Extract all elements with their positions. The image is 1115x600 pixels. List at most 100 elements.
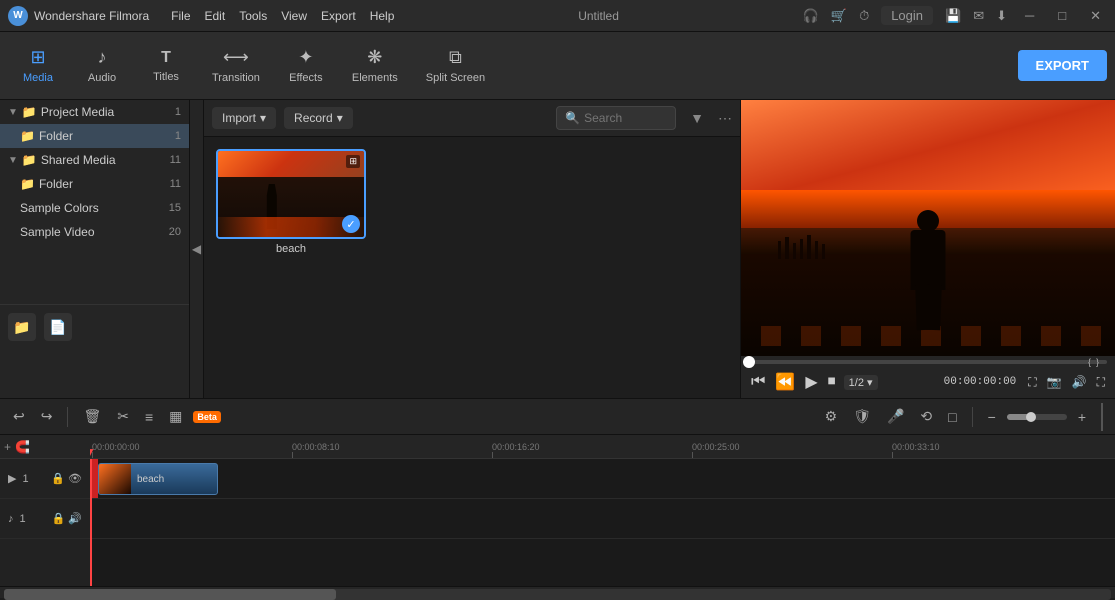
menu-file[interactable]: File — [171, 9, 190, 23]
playhead[interactable] — [90, 459, 92, 586]
zoom-in-button[interactable]: + — [1073, 406, 1091, 428]
import-button[interactable]: Import ▾ — [212, 107, 276, 129]
cart-icon[interactable]: 🛒 — [831, 8, 847, 24]
headphone-icon[interactable]: 🎧 — [803, 8, 819, 24]
step-back-button[interactable]: ⏪ — [773, 370, 797, 394]
tab-media[interactable]: ⊞ Media — [8, 41, 68, 90]
zoom-slider[interactable] — [1007, 414, 1067, 420]
save-icon[interactable]: 💾 — [945, 8, 961, 24]
timeline-scrollbar[interactable] — [0, 586, 1115, 598]
new-folder-button[interactable]: 📁 — [8, 313, 36, 341]
tab-audio[interactable]: ♪ Audio — [72, 41, 132, 90]
folder-icon: 📁 — [22, 105, 37, 119]
menu-export[interactable]: Export — [321, 9, 356, 23]
cut-button[interactable]: ✂ — [112, 405, 134, 428]
shared-folder-item[interactable]: 📁 Folder 11 — [0, 172, 189, 196]
audio-icon: ♪ — [98, 47, 107, 68]
clock-icon[interactable]: ⏱ — [859, 8, 869, 24]
speed-selector[interactable]: 1/2 ▾ — [844, 375, 878, 390]
window-minimize[interactable]: ─ — [1019, 6, 1040, 25]
export-button[interactable]: EXPORT — [1018, 50, 1107, 81]
audio-track-number: 1 — [20, 513, 26, 525]
scrollbar-thumb[interactable] — [4, 589, 336, 600]
screen-button[interactable]: ⛶ — [1026, 373, 1038, 392]
audio-track-label: ♪ 1 🔒 🔊 — [0, 499, 90, 539]
menu-edit[interactable]: Edit — [205, 9, 226, 23]
zoom-out-button[interactable]: − — [983, 406, 1001, 428]
video-eye-icon[interactable]: 👁 — [68, 472, 82, 485]
menu-tools[interactable]: Tools — [239, 9, 267, 23]
tl-shield-icon[interactable]: 🛡 — [848, 405, 876, 428]
timecode-display: 00:00:00:00 — [944, 376, 1017, 388]
import-file-button[interactable]: 📄 — [44, 313, 72, 341]
panel-collapse-arrow[interactable]: ◀ — [190, 100, 204, 398]
window-maximize[interactable]: □ — [1052, 6, 1072, 25]
sample-colors-count: 15 — [169, 202, 181, 214]
media-icon: ⊞ — [30, 47, 45, 68]
effects-icon: ✦ — [298, 47, 313, 68]
stop-button[interactable]: ⏹ — [826, 371, 838, 393]
search-box: 🔍 — [556, 106, 676, 130]
timeline-ruler[interactable]: 00:00:00:00 00:00:08:10 00:00:16:20 00:0… — [90, 435, 1115, 459]
volume-button[interactable]: 🔊 — [1070, 373, 1089, 391]
sample-video-item[interactable]: Sample Video 20 — [0, 220, 189, 244]
window-close[interactable]: ✕ — [1084, 6, 1107, 26]
add-track-button[interactable]: + — [4, 440, 11, 454]
video-track-number: 1 — [22, 473, 28, 485]
redo-button[interactable]: ↪ — [36, 405, 58, 428]
magnet-button[interactable]: 🧲 — [15, 440, 30, 454]
titlebar-left: W Wondershare Filmora File Edit Tools Vi… — [8, 6, 394, 26]
media-item-label: beach — [216, 243, 366, 255]
tl-screen-icon[interactable]: □ — [943, 406, 961, 428]
record-button[interactable]: Record ▾ — [284, 107, 353, 129]
project-media-section[interactable]: ▼ 📁 Project Media 1 — [0, 100, 189, 124]
snapshot-button[interactable]: 📷 — [1045, 373, 1064, 391]
view-toggle-button[interactable]: ▦ — [164, 405, 187, 428]
sample-video-count: 20 — [169, 226, 181, 238]
search-icon: 🔍 — [565, 111, 580, 125]
tl-loop-icon[interactable]: ⟲ — [915, 405, 937, 428]
seekbar[interactable]: { } — [749, 360, 1107, 364]
shared-folder-label: Folder — [39, 177, 166, 191]
audio-lock-icon[interactable]: 🔒 — [52, 512, 66, 525]
video-lock-icon[interactable]: 🔒 — [51, 472, 65, 485]
app-logo: W — [8, 6, 28, 26]
search-input[interactable] — [584, 111, 664, 125]
fullscreen-button[interactable]: ⛶ — [1095, 373, 1107, 392]
tab-transition-label: Transition — [212, 72, 260, 84]
seekbar-thumb[interactable] — [743, 356, 755, 368]
menu-help[interactable]: Help — [370, 9, 395, 23]
sample-colors-item[interactable]: Sample Colors 15 — [0, 196, 189, 220]
audio-track-controls: 🔒 🔊 — [52, 512, 82, 525]
audio-volume-icon[interactable]: 🔊 — [68, 512, 82, 525]
play-button[interactable]: ▶ — [803, 370, 819, 394]
video-clip-beach[interactable]: beach — [98, 463, 218, 495]
tl-settings-icon[interactable]: ⚙ — [820, 405, 843, 428]
timeline-content: + 🧲 ▶ 1 🔒 👁 ♪ 1 🔒 🔊 — [0, 435, 1115, 586]
audio-settings-button[interactable]: ≡ — [140, 406, 158, 428]
menu-view[interactable]: View — [281, 9, 307, 23]
folder-item[interactable]: 📁 Folder 1 — [0, 124, 189, 148]
record-dropdown-arrow: ▾ — [337, 111, 343, 125]
timeline: ↩ ↪ 🗑 ✂ ≡ ▦ Beta ⚙ 🛡 🎤 ⟲ □ − + — [0, 398, 1115, 598]
mail-icon[interactable]: ✉ — [973, 8, 984, 24]
tl-mic-icon[interactable]: 🎤 — [882, 405, 909, 428]
delete-button[interactable]: 🗑 — [78, 405, 106, 428]
tab-titles[interactable]: T Titles — [136, 43, 196, 89]
grid-icon[interactable]: ⋯ — [718, 110, 732, 127]
tab-effects[interactable]: ✦ Effects — [276, 41, 336, 90]
tab-split-screen[interactable]: ⧉ Split Screen — [414, 41, 497, 90]
download-icon[interactable]: ⬇ — [996, 8, 1007, 24]
tab-elements[interactable]: ❋ Elements — [340, 41, 410, 90]
tab-media-label: Media — [23, 72, 53, 84]
filter-icon[interactable]: ▼ — [690, 110, 704, 126]
preview-controls: { } ⏮ ⏪ ▶ ⏹ 1/2 ▾ 00:00:00:00 ⛶ 📷 🔊 ⛶ — [741, 356, 1115, 398]
media-item-beach[interactable]: ⊞ ✓ beach — [216, 149, 366, 255]
undo-button[interactable]: ↩ — [8, 405, 30, 428]
tab-transition[interactable]: ⟷ Transition — [200, 41, 272, 90]
shared-media-section[interactable]: ▼ 📁 Shared Media 11 — [0, 148, 189, 172]
prev-frame-button[interactable]: ⏮ — [749, 371, 767, 393]
sample-colors-label: Sample Colors — [20, 201, 165, 215]
ruler-mark-0: 00:00:00:00 — [92, 442, 140, 458]
login-button[interactable]: Login — [881, 6, 933, 25]
